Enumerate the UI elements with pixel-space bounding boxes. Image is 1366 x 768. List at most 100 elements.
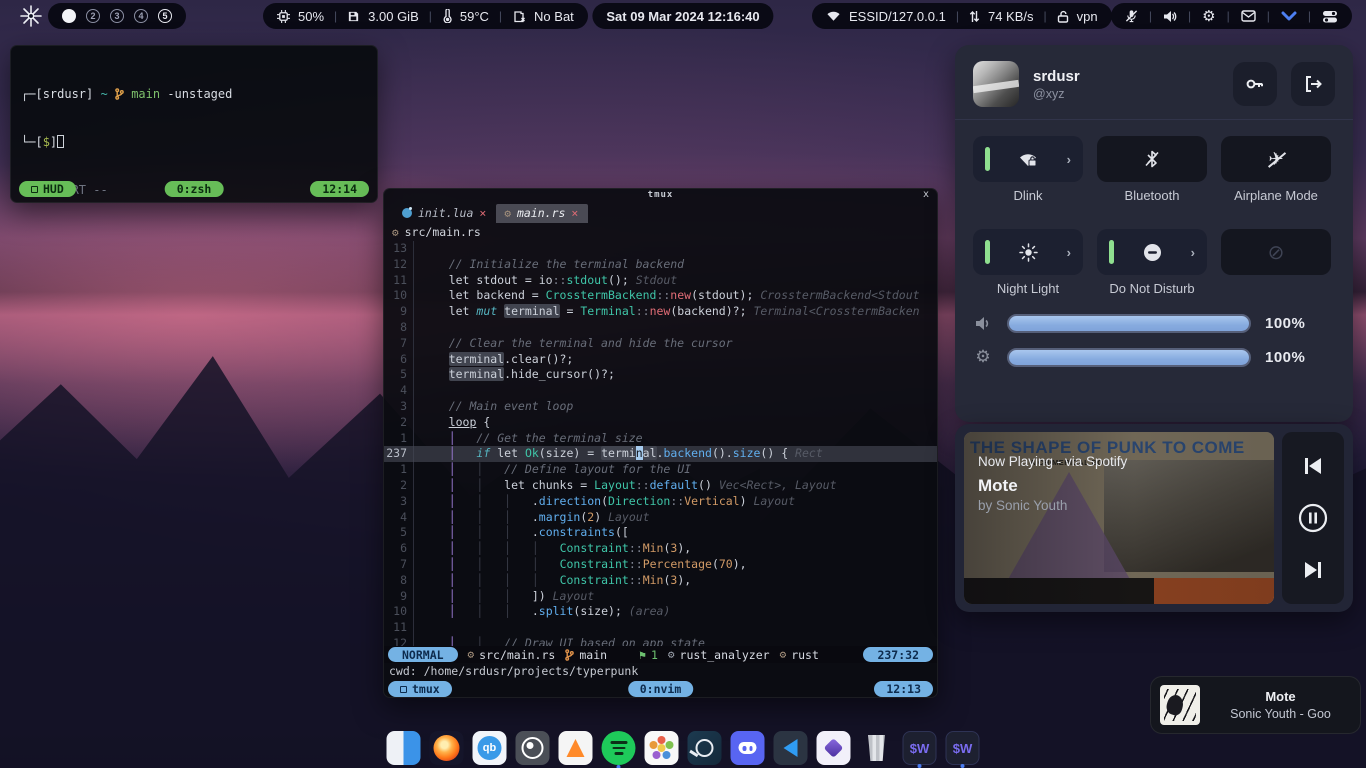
- dock-vlc[interactable]: [559, 731, 593, 765]
- tmux-window-titlebar: tmux x: [384, 189, 937, 202]
- editor-window[interactable]: tmux x init.lua × ⚙ main.rs × ⚙ src/main…: [383, 188, 938, 698]
- chevron-down-icon[interactable]: [1281, 10, 1297, 22]
- separator: |: [1265, 9, 1272, 23]
- code-line[interactable]: 3 │ │ │ .direction(Direction::Vertical) …: [384, 494, 937, 510]
- separator: |: [1306, 9, 1313, 23]
- code-line[interactable]: 12 │ │ // Draw UI based on app state: [384, 636, 937, 646]
- speaker-icon[interactable]: [1163, 10, 1177, 23]
- code-line[interactable]: 7 │ │ │ │ Constraint::Percentage(70),: [384, 557, 937, 573]
- line-number: 4: [384, 510, 414, 526]
- dock-dollar-w-app-1[interactable]: $W: [903, 731, 937, 765]
- git-branch-icon: [565, 649, 574, 661]
- dollar-w-icon: $W: [953, 741, 973, 756]
- dock-qbittorrent[interactable]: qb: [473, 731, 507, 765]
- chevron-right-icon[interactable]: ›: [1067, 152, 1071, 167]
- code-line[interactable]: 1 │ // Get the terminal size: [384, 431, 937, 447]
- code-line[interactable]: 3 // Main event loop: [384, 399, 937, 415]
- prompt-line-2[interactable]: └─[$]: [21, 134, 367, 150]
- toggle-bluetooth[interactable]: Bluetooth: [1097, 136, 1207, 203]
- code-line[interactable]: 5 terminal.hide_cursor()?;: [384, 367, 937, 383]
- code-line[interactable]: 9 │ │ │ ]) Layout: [384, 589, 937, 605]
- toggles-icon[interactable]: [1322, 10, 1338, 23]
- code-line[interactable]: 12 // Initialize the terminal backend: [384, 257, 937, 273]
- toggle-label: Bluetooth: [1125, 188, 1180, 203]
- dock-trash[interactable]: [860, 731, 894, 765]
- code-line[interactable]: 8: [384, 320, 937, 336]
- code-line[interactable]: 10 │ │ │ .split(size); (area): [384, 604, 937, 620]
- dock-photos[interactable]: [645, 731, 679, 765]
- distro-star-icon[interactable]: [20, 5, 42, 27]
- pause-button[interactable]: [1298, 503, 1328, 533]
- code-line[interactable]: 11 let stdout = io::stdout(); Stdout: [384, 273, 937, 289]
- toggle-do-not-disturb[interactable]: › Do Not Disturb: [1097, 229, 1207, 296]
- close-window-button[interactable]: x: [923, 189, 929, 200]
- window-title: tmux: [648, 190, 674, 200]
- steam-icon: [696, 739, 714, 757]
- running-indicator: [961, 764, 965, 768]
- code-line[interactable]: 4: [384, 383, 937, 399]
- tmux-session-hud[interactable]: HUD: [19, 181, 76, 197]
- notification-popup[interactable]: Mote Sonic Youth - Goo: [1150, 676, 1361, 734]
- code-lines[interactable]: 1312 // Initialize the terminal backend1…: [384, 241, 937, 646]
- code-line[interactable]: 2 loop {: [384, 415, 937, 431]
- workspace-3[interactable]: 3: [110, 9, 124, 23]
- dock-obsidian[interactable]: [817, 731, 851, 765]
- workspace-5[interactable]: 5: [158, 9, 172, 23]
- workspaces[interactable]: 2 3 4 5: [48, 3, 186, 29]
- code-line[interactable]: 8 │ │ │ │ Constraint::Min(3),: [384, 573, 937, 589]
- brightness-value: 100%: [1265, 349, 1305, 366]
- code-line[interactable]: 6 terminal.clear()?;: [384, 352, 937, 368]
- terminal-window[interactable]: ┌─[srdusr] ~ main -unstaged └─[$] -- INS…: [10, 45, 378, 203]
- line-number: 9: [384, 589, 414, 605]
- previous-track-button[interactable]: [1301, 455, 1325, 477]
- volume-slider[interactable]: [1007, 314, 1251, 333]
- code-line[interactable]: 7 // Clear the terminal and hide the cur…: [384, 336, 937, 352]
- dock-discord[interactable]: [731, 731, 765, 765]
- code-line[interactable]: 10 let backend = CrosstermBackend::new(s…: [384, 288, 937, 304]
- dock-vscode[interactable]: [774, 731, 808, 765]
- dock-file-manager[interactable]: [387, 731, 421, 765]
- tab-main-rs[interactable]: ⚙ main.rs ×: [496, 204, 588, 223]
- tmux-window-nvim[interactable]: 0:nvim: [628, 681, 694, 697]
- code-line[interactable]: 11: [384, 620, 937, 636]
- tmux-session[interactable]: tmux: [388, 681, 452, 697]
- workspace-4[interactable]: 4: [134, 9, 148, 23]
- chevron-right-icon[interactable]: ›: [1067, 245, 1071, 260]
- tab-init-lua[interactable]: init.lua ×: [394, 204, 496, 223]
- dock-firefox[interactable]: [430, 731, 464, 765]
- workspace-1-active[interactable]: [62, 9, 76, 23]
- workspace-2[interactable]: 2: [86, 9, 100, 23]
- dock-obs-studio[interactable]: [516, 731, 550, 765]
- code-line[interactable]: 2 │ │ let chunks = Layout::default() Vec…: [384, 478, 937, 494]
- lock-keys-button[interactable]: [1233, 62, 1277, 106]
- code-line[interactable]: 237 │ if let Ok(size) = terminal.backend…: [384, 446, 937, 462]
- toggle-airplane-mode[interactable]: ✈ Airplane Mode: [1221, 136, 1331, 203]
- microphone-muted-icon[interactable]: [1125, 9, 1138, 23]
- tab-close-icon[interactable]: ×: [571, 206, 578, 220]
- mail-icon[interactable]: [1241, 10, 1256, 22]
- spotify-icon: [610, 741, 627, 755]
- tab-close-icon[interactable]: ×: [479, 206, 486, 220]
- separator: |: [954, 9, 961, 23]
- dock-steam[interactable]: [688, 731, 722, 765]
- settings-gear-icon[interactable]: ⚙: [1202, 7, 1215, 25]
- code-line[interactable]: 1 │ │ // Define layout for the UI: [384, 462, 937, 478]
- code-line[interactable]: 6 │ │ │ │ Constraint::Min(3),: [384, 541, 937, 557]
- clock[interactable]: Sat 09 Mar 2024 12:16:40: [592, 3, 773, 29]
- code-line[interactable]: 9 let mut terminal = Terminal::new(backe…: [384, 304, 937, 320]
- network-pill[interactable]: ESSID/127.0.0.1 | 74 KB/s | vpn: [812, 3, 1112, 29]
- logout-button[interactable]: [1291, 62, 1335, 106]
- chevron-right-icon[interactable]: ›: [1191, 245, 1195, 260]
- next-track-button[interactable]: [1301, 559, 1325, 581]
- code-line[interactable]: 5 │ │ │ .constraints([: [384, 525, 937, 541]
- system-tray: | | ⚙ | | |: [1111, 3, 1352, 29]
- brightness-slider[interactable]: [1007, 348, 1251, 367]
- toggle-dlink[interactable]: › Dlink: [973, 136, 1083, 203]
- code-line[interactable]: 13: [384, 241, 937, 257]
- code-line[interactable]: 4 │ │ │ .margin(2) Layout: [384, 510, 937, 526]
- dock-dollar-w-app-2[interactable]: $W: [946, 731, 980, 765]
- toggle-night-light[interactable]: › Night Light: [973, 229, 1083, 296]
- dock-spotify[interactable]: [602, 731, 636, 765]
- tmux-window-zsh[interactable]: 0:zsh: [165, 181, 224, 197]
- bluetooth-off-icon: [1144, 150, 1160, 168]
